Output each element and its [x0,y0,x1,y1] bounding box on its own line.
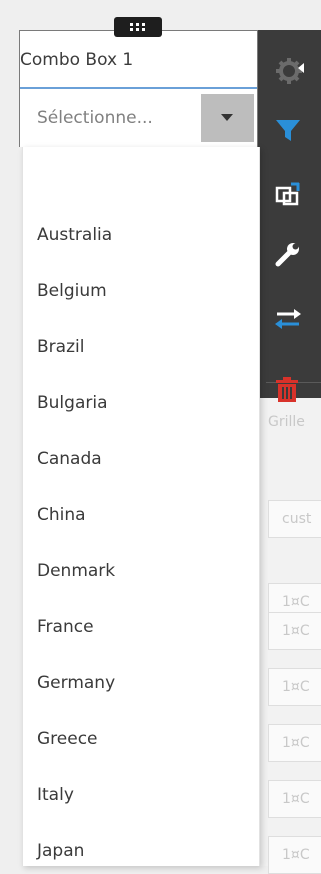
wrench-icon [275,243,299,267]
list-item[interactable]: Brazil [37,337,84,357]
list-item[interactable]: Canada [37,449,102,469]
list-item[interactable]: China [37,505,86,525]
grid-header: Grille [268,414,305,430]
dropdown-toggle-button[interactable] [201,94,254,142]
swap-icon [275,309,301,329]
grid-cell[interactable]: cust [268,500,321,538]
list-item[interactable]: Germany [37,673,115,693]
widget-toolbar [258,30,321,402]
drag-handle[interactable] [114,17,162,37]
tools-button[interactable] [258,230,321,280]
grid-cell[interactable]: 1¤C [268,724,321,762]
chevron-down-icon [221,114,233,121]
grid-cell[interactable]: 1¤C [268,780,321,818]
swap-button[interactable] [258,294,321,344]
filter-button[interactable] [258,106,321,156]
combo-placeholder: Sélectionne... [37,108,153,128]
list-item[interactable]: Greece [37,729,98,749]
list-item[interactable]: Italy [37,785,74,805]
gear-icon [276,58,304,84]
grid-cell[interactable]: 1¤C [268,612,321,650]
list-item[interactable]: France [37,617,94,637]
list-item[interactable]: Australia [37,225,112,245]
list-item[interactable]: Japan [37,841,84,861]
delete-button[interactable] [258,366,321,416]
trash-icon [276,377,298,402]
list-item[interactable]: Belgium [37,281,107,301]
list-item[interactable]: Denmark [37,561,115,581]
list-item[interactable]: Bulgaria [37,393,108,413]
dropdown-list[interactable]: Australia Belgium Brazil Bulgaria Canada… [22,147,260,866]
resize-icon [275,182,300,206]
combo-box-title: Combo Box 1 [20,50,134,70]
grid-cell[interactable]: 1¤C [268,668,321,706]
resize-button[interactable] [258,170,321,220]
grid-cell[interactable]: 1¤C [268,836,321,874]
filter-icon [276,120,300,141]
settings-button[interactable] [258,46,321,96]
grip-icon [130,23,145,31]
